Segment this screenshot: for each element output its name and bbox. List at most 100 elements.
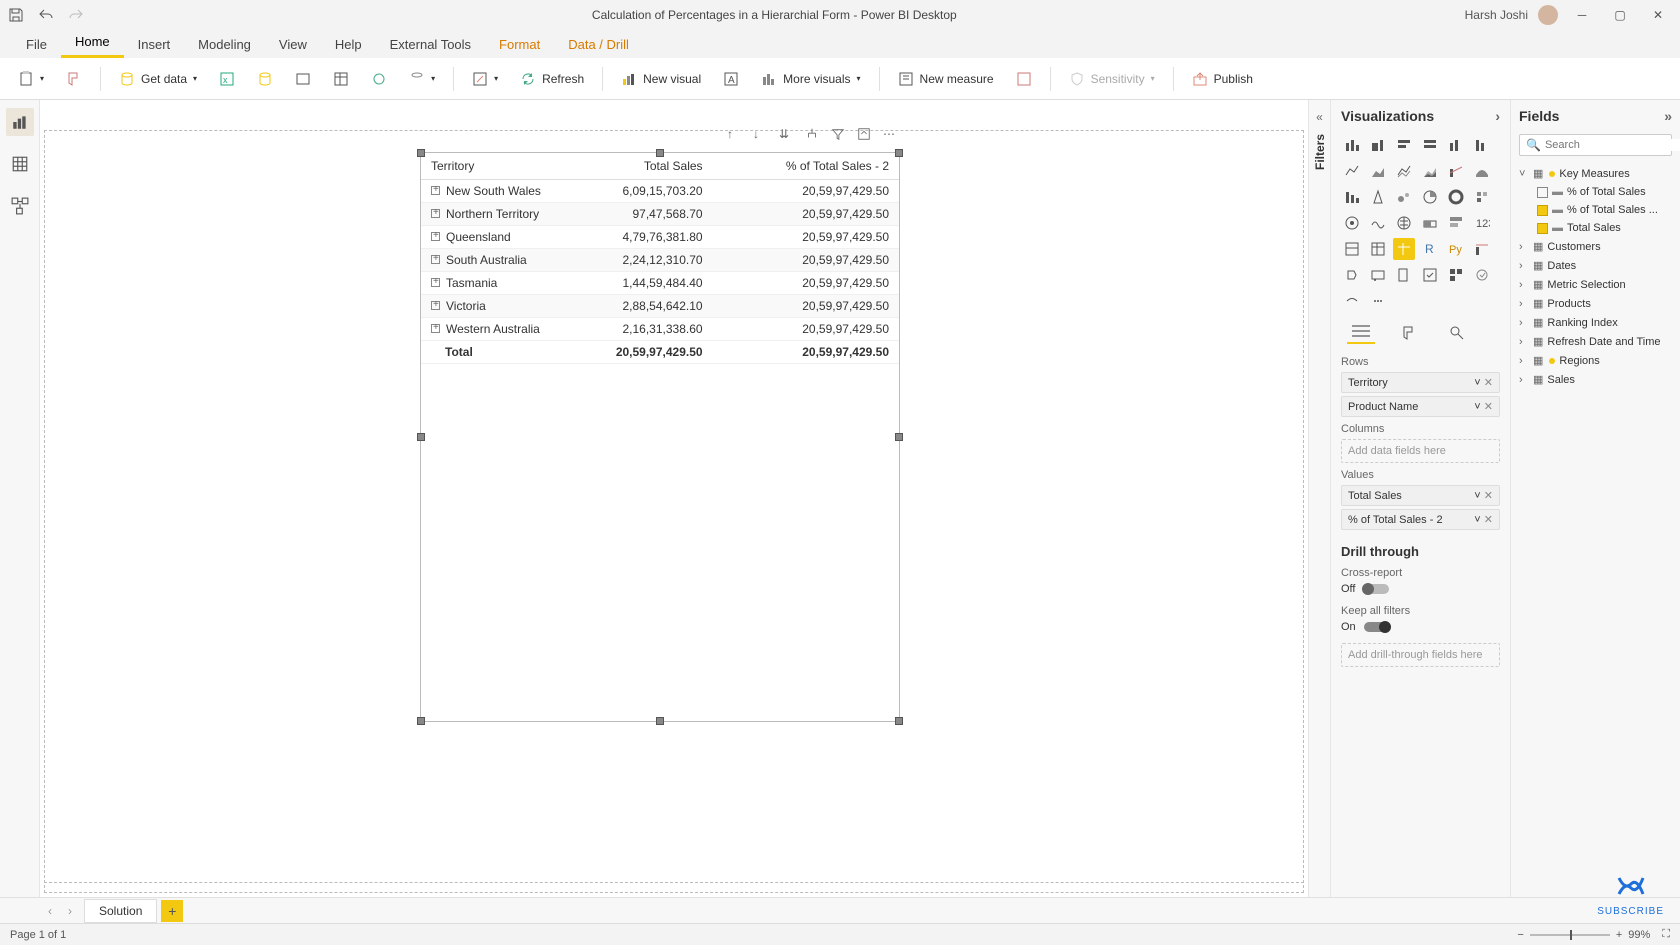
table-products[interactable]: ›▦Products: [1519, 294, 1672, 313]
filter-icon[interactable]: [831, 127, 847, 143]
close-button[interactable]: ✕: [1644, 1, 1672, 29]
expand-icon[interactable]: [431, 232, 440, 241]
viz-type-22[interactable]: [1445, 212, 1467, 234]
model-view-button[interactable]: [6, 192, 34, 220]
viz-type-35[interactable]: [1471, 264, 1493, 286]
transform-data-button[interactable]: ▾: [464, 67, 506, 91]
table-row[interactable]: Queensland4,79,76,381.8020,59,97,429.50: [421, 226, 899, 249]
drill-down-icon[interactable]: ↓: [753, 127, 769, 143]
keep-filters-toggle[interactable]: On: [1341, 621, 1500, 633]
paste-button[interactable]: ▾: [10, 67, 52, 91]
tab-external-tools[interactable]: External Tools: [376, 31, 485, 58]
quick-measure-button[interactable]: [1008, 67, 1040, 91]
fit-page-button[interactable]: ⛶: [1662, 928, 1670, 941]
viz-type-31[interactable]: [1367, 264, 1389, 286]
checkbox[interactable]: [1537, 187, 1548, 198]
tab-data-drill[interactable]: Data / Drill: [554, 31, 643, 58]
minimize-button[interactable]: ─: [1568, 1, 1596, 29]
viz-type-34[interactable]: [1445, 264, 1467, 286]
zoom-out-button[interactable]: −: [1517, 929, 1523, 941]
viz-type-30[interactable]: [1341, 264, 1363, 286]
viz-type-5[interactable]: [1471, 134, 1493, 156]
viz-type-28[interactable]: Py: [1445, 238, 1467, 260]
tab-format[interactable]: Format: [485, 31, 554, 58]
viz-type-33[interactable]: [1419, 264, 1441, 286]
sql-button[interactable]: [287, 67, 319, 91]
next-page-button[interactable]: ›: [60, 901, 80, 921]
tab-home[interactable]: Home: [61, 28, 124, 58]
analytics-tab-button[interactable]: [1443, 322, 1471, 344]
table-metric-selection[interactable]: ›▦Metric Selection: [1519, 275, 1672, 294]
viz-type-11[interactable]: [1471, 160, 1493, 182]
viz-type-17[interactable]: [1471, 186, 1493, 208]
text-box-button[interactable]: A: [715, 67, 747, 91]
viz-type-37[interactable]: [1367, 290, 1389, 312]
expand-icon[interactable]: [431, 255, 440, 264]
remove-icon[interactable]: ✕: [1484, 514, 1493, 526]
row-field-product-name[interactable]: Product Name˅ ✕: [1341, 396, 1500, 417]
expand-all-icon[interactable]: ⇊: [779, 127, 795, 143]
table-sales[interactable]: ›▦Sales: [1519, 370, 1672, 389]
viz-type-16[interactable]: [1445, 186, 1467, 208]
value-field-total-sales[interactable]: Total Sales˅ ✕: [1341, 485, 1500, 506]
undo-icon[interactable]: [38, 7, 54, 23]
viz-type-14[interactable]: [1393, 186, 1415, 208]
viz-type-24[interactable]: [1341, 238, 1363, 260]
chevron-left-icon[interactable]: «: [1316, 110, 1323, 124]
get-data-button[interactable]: Get data▾: [111, 67, 205, 91]
col-header-territory[interactable]: Territory: [421, 153, 551, 180]
chevron-right-icon[interactable]: ›: [1495, 108, 1500, 124]
table-row[interactable]: Tasmania1,44,59,484.4020,59,97,429.50: [421, 272, 899, 295]
checkbox[interactable]: [1537, 223, 1548, 234]
viz-type-27[interactable]: R: [1419, 238, 1441, 260]
viz-type-29[interactable]: [1471, 238, 1493, 260]
tab-view[interactable]: View: [265, 31, 321, 58]
viz-type-12[interactable]: [1341, 186, 1363, 208]
viz-type-36[interactable]: [1341, 290, 1363, 312]
enter-data-button[interactable]: [325, 67, 357, 91]
remove-icon[interactable]: ✕: [1484, 490, 1493, 502]
user-name[interactable]: Harsh Joshi: [1465, 8, 1528, 22]
col-header-total-sales[interactable]: Total Sales: [551, 153, 713, 180]
format-painter-button[interactable]: [58, 67, 90, 91]
field--of-total-sales[interactable]: ▬% of Total Sales: [1519, 183, 1672, 201]
maximize-button[interactable]: ▢: [1606, 1, 1634, 29]
table-ranking-index[interactable]: ›▦Ranking Index: [1519, 313, 1672, 332]
table-row[interactable]: Western Australia2,16,31,338.6020,59,97,…: [421, 318, 899, 341]
viz-type-23[interactable]: 123: [1471, 212, 1493, 234]
prev-page-button[interactable]: ‹: [40, 901, 60, 921]
expand-icon[interactable]: [431, 186, 440, 195]
viz-type-19[interactable]: [1367, 212, 1389, 234]
pbi-datasets-button[interactable]: [249, 67, 281, 91]
dataverse-button[interactable]: [363, 67, 395, 91]
zoom-slider[interactable]: [1530, 934, 1610, 936]
viz-type-0[interactable]: [1341, 134, 1363, 156]
new-measure-button[interactable]: New measure: [890, 67, 1002, 91]
value-field-pct[interactable]: % of Total Sales - 2˅ ✕: [1341, 509, 1500, 530]
remove-icon[interactable]: ✕: [1484, 401, 1493, 413]
table-dates[interactable]: ›▦Dates: [1519, 256, 1672, 275]
expand-icon[interactable]: [431, 324, 440, 333]
field-total-sales[interactable]: ▬Total Sales: [1519, 219, 1672, 237]
viz-type-21[interactable]: [1419, 212, 1441, 234]
viz-type-6[interactable]: [1341, 160, 1363, 182]
tab-modeling[interactable]: Modeling: [184, 31, 265, 58]
table-row[interactable]: South Australia2,24,12,310.7020,59,97,42…: [421, 249, 899, 272]
table-row[interactable]: Northern Territory97,47,568.7020,59,97,4…: [421, 203, 899, 226]
tab-insert[interactable]: Insert: [124, 31, 185, 58]
viz-type-18[interactable]: [1341, 212, 1363, 234]
new-visual-button[interactable]: New visual: [613, 67, 709, 91]
viz-type-1[interactable]: [1367, 134, 1389, 156]
checkbox[interactable]: [1537, 205, 1548, 216]
table-refresh-date-and-time[interactable]: ›▦Refresh Date and Time: [1519, 332, 1672, 351]
report-view-button[interactable]: [6, 108, 34, 136]
recent-sources-button[interactable]: ▾: [401, 67, 443, 91]
viz-type-20[interactable]: [1393, 212, 1415, 234]
expand-icon[interactable]: [431, 278, 440, 287]
cross-report-toggle[interactable]: Off: [1341, 583, 1500, 595]
tab-file[interactable]: File: [12, 31, 61, 58]
expand-hierarchy-icon[interactable]: [805, 127, 821, 143]
zoom-in-button[interactable]: +: [1616, 929, 1622, 941]
table-row[interactable]: Victoria2,88,54,642.1020,59,97,429.50: [421, 295, 899, 318]
publish-button[interactable]: Publish: [1184, 67, 1261, 91]
